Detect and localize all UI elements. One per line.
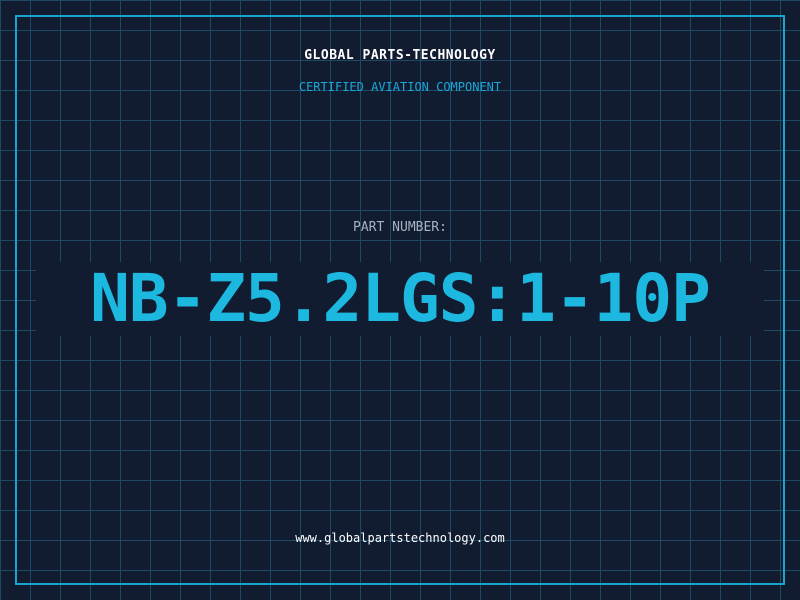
website-url: www.globalpartstechnology.com — [295, 531, 505, 545]
part-card: GLOBAL PARTS-TECHNOLOGY CERTIFIED AVIATI… — [0, 0, 800, 600]
certification-tagline: CERTIFIED AVIATION COMPONENT — [298, 80, 502, 94]
company-name: GLOBAL PARTS-TECHNOLOGY — [304, 48, 496, 63]
part-number-value: NB-Z5.2LGS:1-10P — [90, 260, 711, 337]
part-number-label: PART NUMBER: — [353, 220, 447, 235]
